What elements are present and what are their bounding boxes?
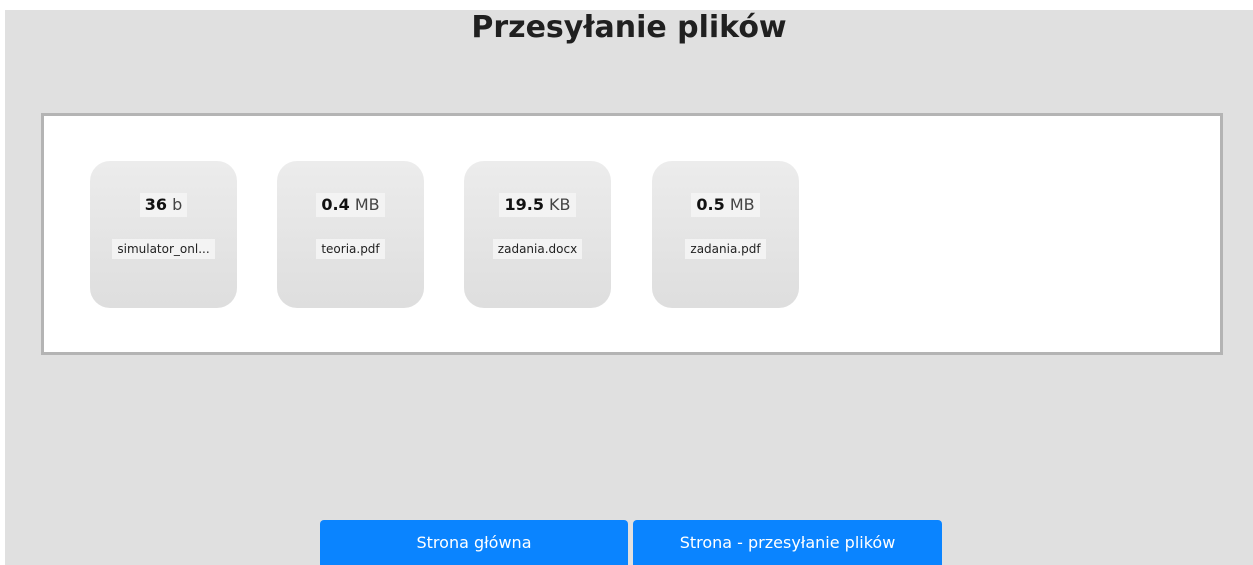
file-size-label: 0.4 MB xyxy=(316,193,385,217)
file-tile[interactable]: 0.5 MB zadania.pdf xyxy=(652,161,799,308)
home-page-button[interactable]: Strona główna xyxy=(320,520,628,565)
file-size-value: 0.5 xyxy=(696,195,725,214)
file-name-label: zadania.docx xyxy=(492,239,583,259)
upload-page-button[interactable]: Strona - przesyłanie plików xyxy=(633,520,942,565)
file-size-unit: KB xyxy=(549,195,571,214)
file-size-unit: MB xyxy=(354,195,380,214)
file-tile[interactable]: 19.5 KB zadania.docx xyxy=(464,161,611,308)
file-size-value: 0.4 xyxy=(321,195,350,214)
file-name-label: zadania.pdf xyxy=(685,239,766,259)
file-size-label: 19.5 KB xyxy=(499,193,576,217)
file-tile[interactable]: 36 b simulator_onl... xyxy=(90,161,237,308)
file-size-unit: MB xyxy=(729,195,755,214)
file-size-unit: b xyxy=(172,195,183,214)
file-size-label: 0.5 MB xyxy=(691,193,760,217)
file-name-label: simulator_onl... xyxy=(112,239,215,259)
file-size-value: 19.5 xyxy=(504,195,544,214)
page-background: Przesyłanie plików 36 b simulator_onl...… xyxy=(5,10,1253,565)
file-drop-zone[interactable]: 36 b simulator_onl... 0.4 MB teoria.pdf … xyxy=(41,113,1223,355)
file-tile[interactable]: 0.4 MB teoria.pdf xyxy=(277,161,424,308)
file-size-label: 36 b xyxy=(139,193,188,217)
file-size-value: 36 xyxy=(144,195,167,214)
page-title: Przesyłanie plików xyxy=(471,10,787,45)
file-name-label: teoria.pdf xyxy=(316,239,385,259)
